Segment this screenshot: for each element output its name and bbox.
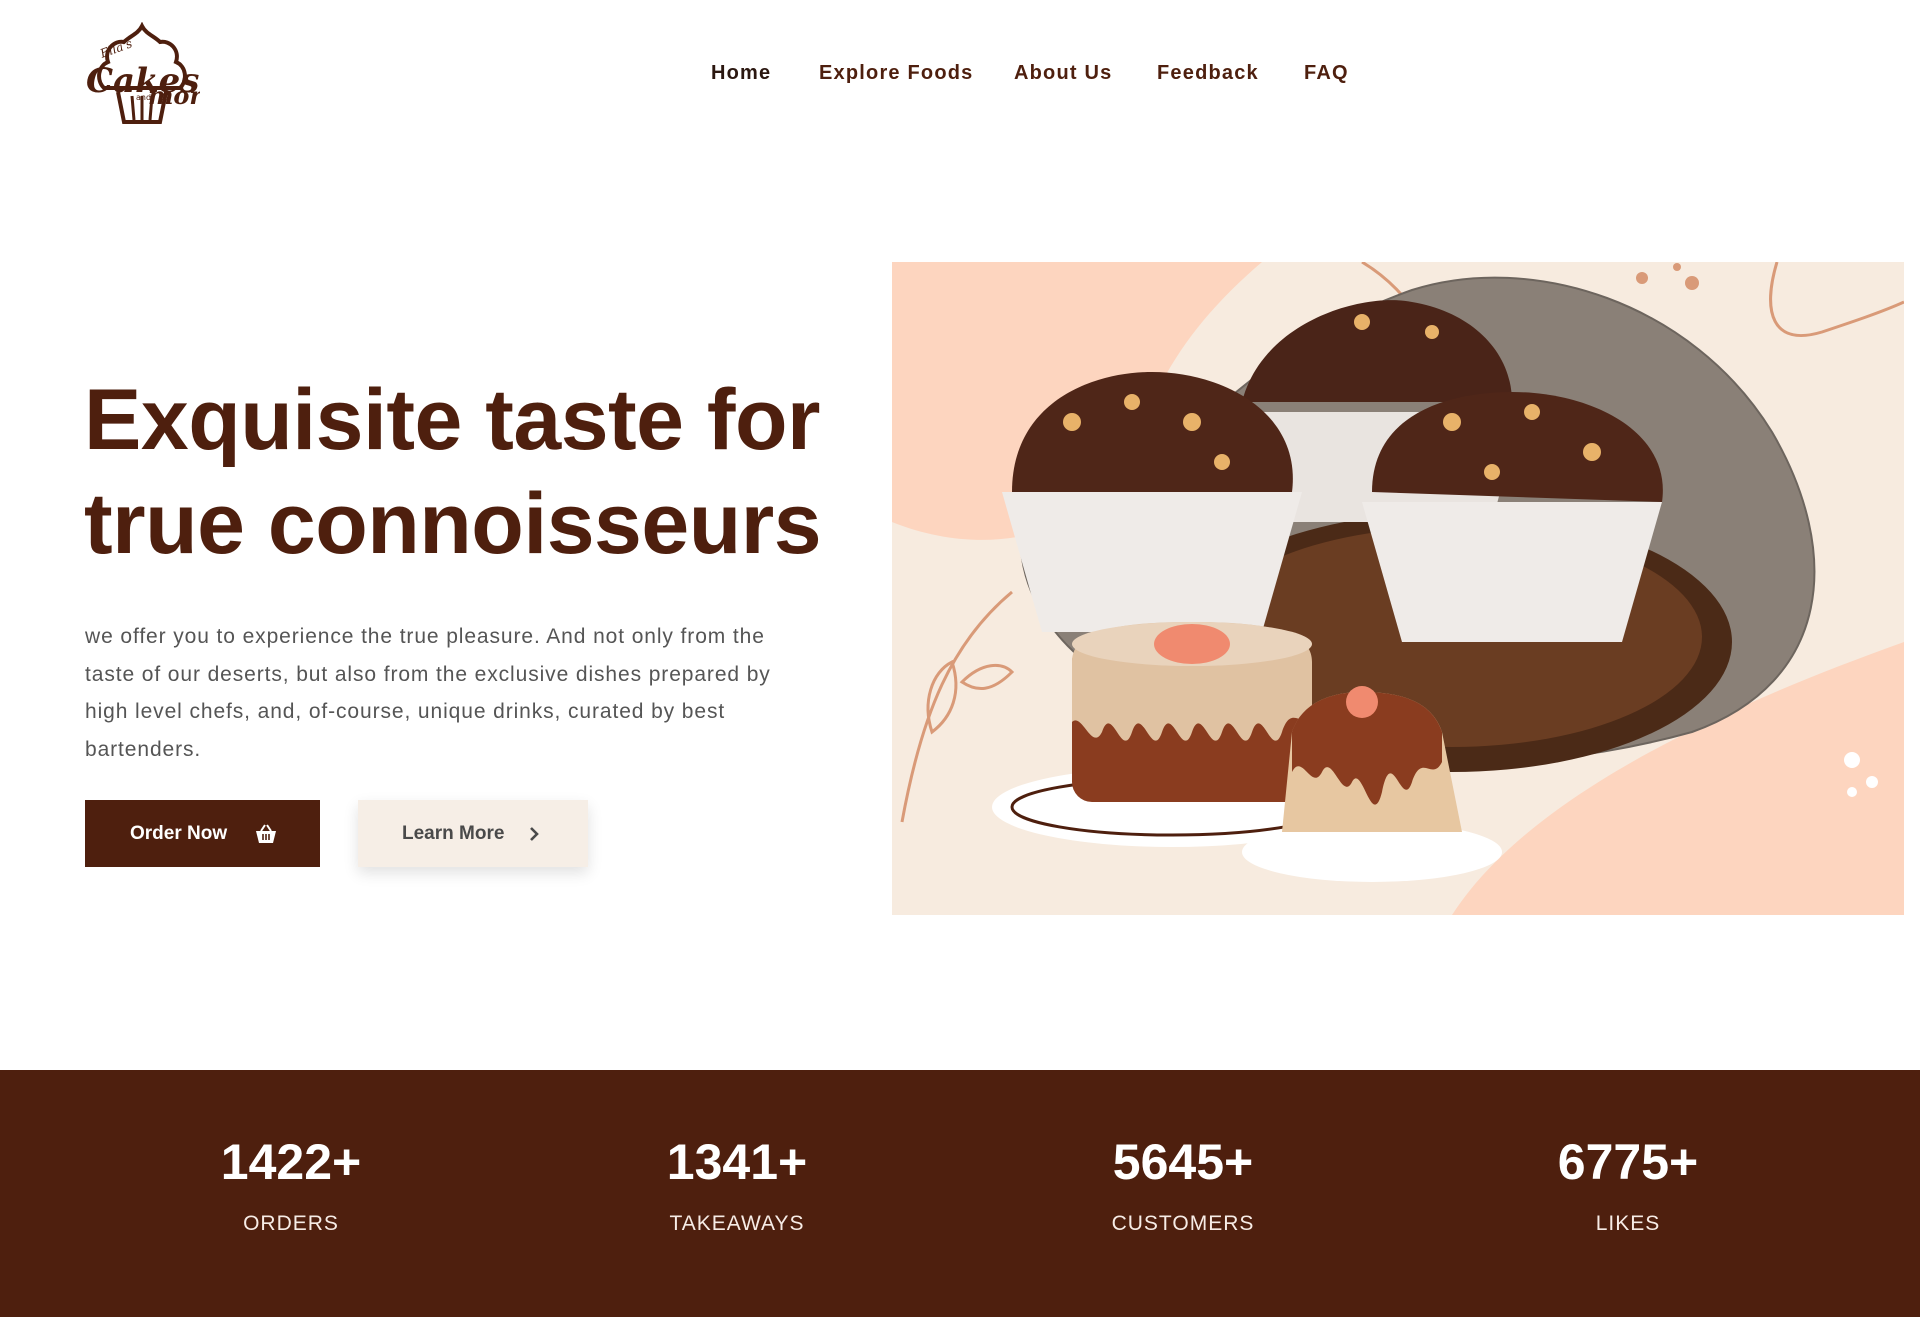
nav-about-us[interactable]: About Us: [1014, 62, 1112, 85]
hero-illustration: [892, 262, 1904, 915]
hero-description: we offer you to experience the true plea…: [85, 625, 771, 761]
stat-customers-label: CUSTOMERS: [1111, 1212, 1255, 1235]
stat-likes-value: 6775+: [1557, 1134, 1699, 1190]
svg-text:Ella's: Ella's: [97, 36, 134, 61]
order-now-button[interactable]: Order Now: [85, 800, 320, 867]
nav-faq[interactable]: FAQ: [1304, 62, 1349, 85]
site-header: Ella's Cakes and more Home Explore Foods…: [0, 0, 1920, 150]
stats-bar: 1422+ ORDERS 1341+ TAKEAWAYS 5645+ CUSTO…: [0, 1070, 1920, 1317]
order-now-label: Order Now: [130, 822, 228, 844]
basket-icon: [254, 823, 278, 844]
main-nav: Home Explore Foods About Us Feedback FAQ: [0, 62, 1920, 90]
nav-explore-foods[interactable]: Explore Foods: [819, 62, 974, 85]
nav-feedback[interactable]: Feedback: [1157, 62, 1259, 85]
stat-customers-value: 5645+: [1112, 1134, 1254, 1190]
learn-more-button[interactable]: Learn More: [358, 800, 588, 867]
stat-takeaways-label: TAKEAWAYS: [669, 1212, 805, 1235]
stat-customers: 5645+ CUSTOMERS: [1033, 1130, 1333, 1236]
learn-more-label: Learn More: [402, 822, 505, 844]
stat-orders-value: 1422+: [220, 1134, 362, 1190]
stat-orders: 1422+ ORDERS: [141, 1130, 441, 1236]
nav-home[interactable]: Home: [711, 62, 771, 85]
hero-title-line1: Exquisite taste for: [84, 372, 821, 468]
hero-title: Exquisite taste for true connoisseurs: [84, 368, 844, 576]
stat-likes-label: LIKES: [1595, 1212, 1661, 1235]
stat-likes: 6775+ LIKES: [1478, 1130, 1778, 1236]
hero-title-line2: true connoisseurs: [84, 476, 822, 572]
chevron-right-icon: [528, 826, 540, 842]
stat-takeaways-value: 1341+: [666, 1134, 808, 1190]
stat-takeaways: 1341+ TAKEAWAYS: [587, 1130, 887, 1236]
stat-orders-label: ORDERS: [243, 1212, 339, 1235]
